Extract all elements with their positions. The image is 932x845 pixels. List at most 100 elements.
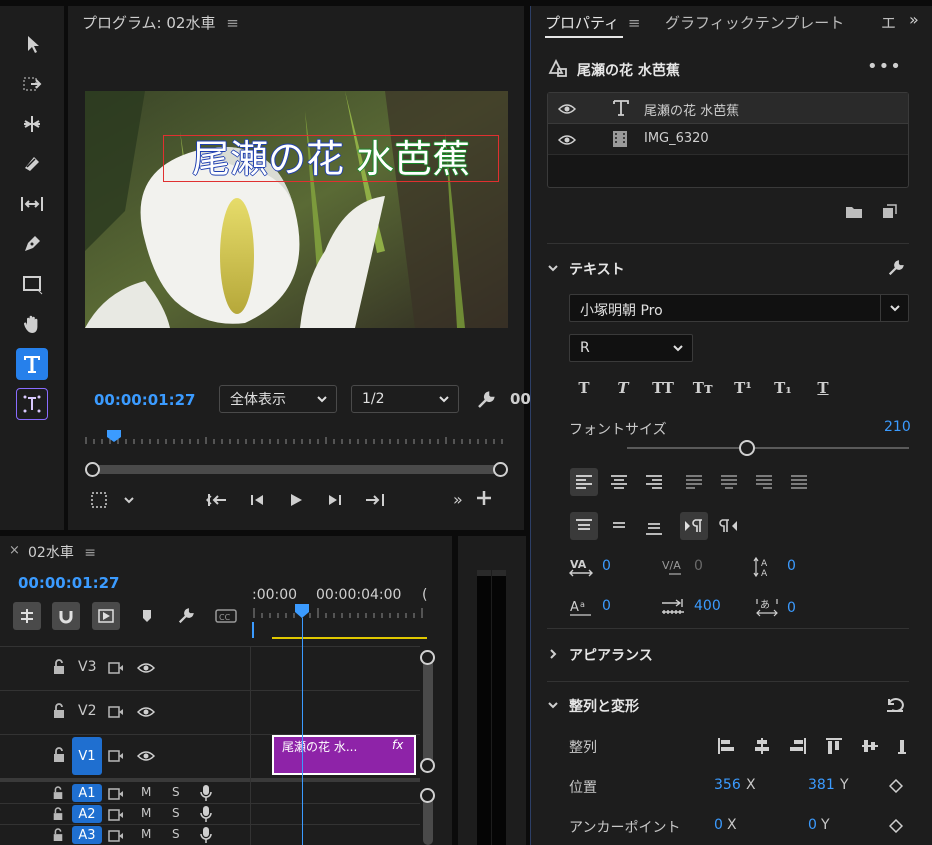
eye-icon[interactable] [558,102,576,116]
toggle-sync-lock-icon[interactable] [108,705,124,719]
mini-timeline-ruler[interactable] [85,428,505,446]
kerning-value[interactable]: 0 [602,558,611,574]
keyframe-diamond-icon[interactable] [889,819,903,833]
align-bottom-edges-icon[interactable] [897,737,907,755]
text-section-title[interactable]: テキスト [569,259,625,279]
razor-tool-icon[interactable] [16,148,48,180]
align-right-edges-icon[interactable] [789,737,807,755]
align-center-icon[interactable] [610,474,628,490]
linked-selection-button[interactable] [92,602,120,630]
solo-button[interactable]: S [172,806,180,820]
monitor-zoom-scrollbar[interactable] [85,461,509,477]
timeline-tab-title[interactable]: 02水車 ≡ [28,542,96,562]
add-button-icon[interactable] [476,490,492,506]
superscript-button[interactable]: T¹ [729,375,757,401]
source-patch-a3[interactable]: A3 [72,826,102,844]
justify-center-icon[interactable] [720,474,738,490]
timeline-vertical-scrollbar[interactable] [420,650,436,845]
underline-button[interactable]: T [809,375,837,401]
program-monitor-title[interactable]: プログラム: 02水車 ≡ [82,12,239,33]
position-y-value[interactable]: 381 [808,777,835,793]
timeline-ruler[interactable]: :00:00 00:00:04:00 ( [252,586,427,642]
resolution-dropdown[interactable]: 1/2 [351,385,459,413]
panel-menu-icon[interactable]: ≡ [628,14,641,32]
track-label-v2[interactable]: V2 [78,703,96,719]
solo-button[interactable]: S [172,827,180,841]
faux-bold-button[interactable]: T [570,375,598,401]
eye-icon[interactable] [137,749,155,763]
reset-icon[interactable] [885,696,905,714]
scroll-handle-audio[interactable] [420,788,435,803]
panel-menu-icon[interactable]: ≡ [226,14,239,32]
justify-all-icon[interactable] [790,474,808,490]
layer-row[interactable]: 尾瀬の花 水芭蕉 [548,93,908,124]
lock-icon[interactable] [52,786,64,800]
text-transform-tool-icon[interactable] [16,388,48,420]
track-select-tool-icon[interactable] [16,68,48,100]
chevron-down-icon[interactable] [123,494,135,506]
font-family-dropdown[interactable]: 小塚明朝 Pro [569,294,909,322]
lock-icon[interactable] [52,747,66,763]
source-patch-a1[interactable]: A1 [72,784,102,802]
leading-value[interactable]: 0 [787,558,796,574]
microphone-icon[interactable] [200,826,212,844]
toggle-sync-lock-icon[interactable] [108,749,124,763]
layer-row[interactable]: IMG_6320 [548,124,908,155]
bottom-align-text-icon[interactable] [645,520,663,536]
hand-tool-icon[interactable] [16,308,48,340]
eye-icon[interactable] [137,661,155,675]
wrench-icon[interactable] [887,259,905,277]
align-left-edges-icon[interactable] [717,737,735,755]
scroll-handle-top[interactable] [420,650,435,665]
graphic-clip[interactable]: 尾瀬の花 水... fx [272,735,416,775]
captions-icon[interactable]: CC [212,602,240,630]
timeline-timecode[interactable]: 00:00:01:27 [18,574,120,592]
rectangle-tool-icon[interactable] [16,268,48,300]
toggle-sync-lock-icon[interactable] [108,808,124,822]
insert-sequence-nest-button[interactable] [13,602,41,630]
tab-properties[interactable]: プロパティ ≡ [545,12,640,33]
chevron-right-icon[interactable] [547,648,559,660]
appearance-section-title[interactable]: アピアランス [569,645,653,665]
solo-button[interactable]: S [172,785,180,799]
mute-button[interactable]: M [141,806,151,820]
lock-icon[interactable] [52,807,64,821]
lock-icon[interactable] [52,828,64,842]
ripple-edit-tool-icon[interactable] [16,108,48,140]
faux-italic-button[interactable]: T [609,375,637,401]
align-vertical-centers-icon[interactable] [861,737,879,755]
step-forward-icon[interactable] [326,492,344,508]
snap-magnet-button[interactable] [52,602,80,630]
more-controls-icon[interactable]: » [453,490,463,509]
justify-left-icon[interactable] [685,474,703,490]
anchor-y-value[interactable]: 0 [808,817,817,833]
toggle-sync-lock-icon[interactable] [108,787,124,801]
mute-button[interactable]: M [141,785,151,799]
title-overlay[interactable]: 尾瀬の花 水芭蕉 [163,135,499,182]
align-right-icon[interactable] [645,474,663,490]
slip-tool-icon[interactable] [16,188,48,220]
rtl-direction-icon[interactable] [719,518,739,534]
font-size-value[interactable]: 210 [884,419,911,435]
all-caps-button[interactable]: TT [649,375,677,401]
more-options-icon[interactable]: ••• [867,56,902,77]
pen-tool-icon[interactable] [16,228,48,260]
subscript-button[interactable]: T₁ [769,375,797,401]
new-layer-icon[interactable] [881,204,897,220]
close-tab-icon[interactable]: × [9,543,20,558]
source-patch-v1[interactable]: V1 [72,737,102,775]
align-transform-section-title[interactable]: 整列と変形 [569,696,639,716]
microphone-icon[interactable] [200,784,212,802]
baseline-shift-value[interactable]: 0 [602,598,611,614]
toggle-sync-lock-icon[interactable] [108,829,124,843]
lock-icon[interactable] [52,659,66,675]
justify-right-icon[interactable] [755,474,773,490]
center-align-text-icon[interactable] [610,518,628,534]
eye-icon[interactable] [137,705,155,719]
wrench-icon[interactable] [476,390,496,410]
font-size-slider-thumb[interactable] [739,440,755,456]
tab-width-value[interactable]: 400 [694,598,721,614]
timeline-wrench-icon[interactable] [172,602,200,630]
add-marker-icon[interactable] [133,602,161,630]
scrollbar-left-handle[interactable] [85,462,100,477]
